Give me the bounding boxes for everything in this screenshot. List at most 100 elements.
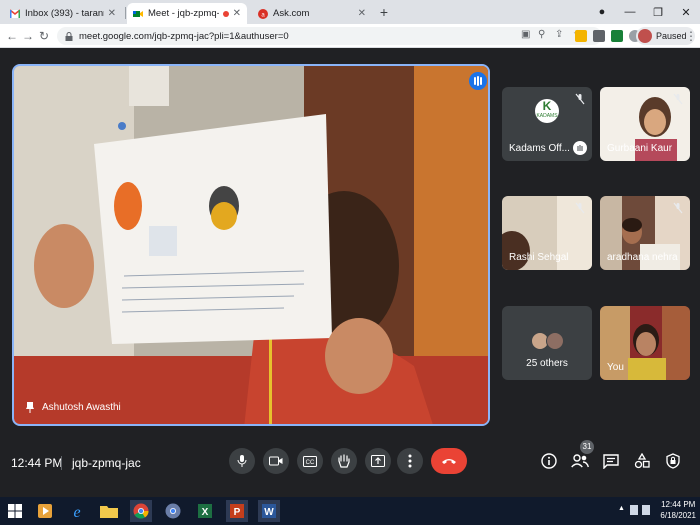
main-video-tile[interactable] [12, 64, 490, 426]
taskbar-word[interactable]: W [258, 500, 280, 522]
url-text: meet.google.com/jqb-zpmq-jac?pli=1&authu… [79, 30, 289, 42]
logo-text: KADAMS [536, 113, 558, 119]
tab-label: Meet - jqb-zpmq-jac [148, 8, 219, 19]
present-button[interactable] [365, 448, 391, 474]
system-clock[interactable]: 12:44 PM 6/18/2021 [660, 499, 696, 521]
hand-icon [573, 141, 587, 155]
svg-text:e: e [73, 504, 80, 519]
folder-icon [100, 506, 118, 518]
zoom-icon[interactable]: ⚲ [538, 29, 545, 40]
meet-control-bar: 12:44 PM jqb-zpmq-jac CC [0, 432, 700, 494]
more-options-button[interactable] [397, 448, 423, 474]
close-tab-icon[interactable]: ✕ [108, 8, 116, 19]
extensions-area [572, 28, 644, 44]
minimize-icon[interactable]: — [616, 6, 644, 18]
new-tab-button[interactable]: + [376, 5, 392, 21]
recording-dot-icon [222, 10, 229, 17]
tab-label: Ask.com [273, 8, 310, 19]
tab-gmail[interactable]: Inbox (393) - tarannum@theindi ✕ [4, 3, 122, 24]
video-camera-icon [269, 456, 283, 466]
camera-icon[interactable]: ▣ [521, 29, 530, 40]
chat-icon [603, 453, 619, 469]
address-bar[interactable]: meet.google.com/jqb-zpmq-jac?pli=1&authu… [57, 27, 602, 45]
mic-off-icon [673, 202, 683, 214]
avatar [638, 29, 652, 43]
system-tray-icons: ▲ [618, 505, 650, 515]
tab-meet[interactable]: Meet - jqb-zpmq-jac ✕ [127, 3, 247, 24]
others-avatar [546, 332, 564, 350]
tab-label: Inbox (393) - tarannum@theindi [25, 8, 104, 19]
volume-icon[interactable] [642, 505, 650, 515]
taskbar-chrome[interactable] [162, 500, 184, 522]
close-window-icon[interactable]: ✕ [672, 6, 700, 19]
media-player-icon [38, 504, 52, 518]
people-count-badge: 31 [580, 440, 594, 454]
mic-off-icon [575, 93, 585, 105]
taskbar-time: 12:44 PM [661, 500, 696, 509]
browser-toolbar: ← → ↻ meet.google.com/jqb-zpmq-jac?pli=1… [0, 24, 700, 48]
gmail-icon [10, 8, 20, 18]
meeting-details-button[interactable] [540, 452, 558, 470]
hand-icon [338, 454, 350, 468]
microphone-button[interactable] [229, 448, 255, 474]
participant-tile-rashi[interactable]: Rashi Sehgal [502, 196, 592, 270]
taskbar-chrome-active[interactable] [130, 500, 152, 522]
powerpoint-icon: P [230, 504, 244, 518]
forward-icon[interactable]: → [20, 28, 36, 44]
captions-button[interactable]: CC [297, 448, 323, 474]
participant-tile-kadams[interactable]: K KADAMS Kadams Off... [502, 87, 592, 161]
pin-icon[interactable] [26, 402, 34, 413]
others-count: 25 others [526, 358, 568, 369]
restore-icon[interactable]: ❐ [644, 6, 672, 19]
screen: Inbox (393) - tarannum@theindi ✕ Meet - … [0, 0, 700, 525]
extension-icon[interactable] [593, 30, 605, 42]
leave-call-button[interactable] [431, 448, 467, 474]
close-tab-icon[interactable]: ✕ [358, 8, 366, 19]
taskbar-file-explorer[interactable] [98, 500, 120, 522]
share-icon[interactable]: ⇪ [555, 29, 563, 40]
close-tab-icon[interactable]: ✕ [233, 8, 241, 19]
network-icon[interactable] [630, 505, 638, 515]
meeting-time: 12:44 PM [11, 456, 63, 470]
menu-icon[interactable]: ⋮ [683, 28, 699, 44]
excel-icon: X [198, 504, 212, 518]
show-hidden-icons-icon[interactable]: ▲ [618, 505, 626, 515]
people-icon [571, 454, 589, 468]
taskbar-date: 6/18/2021 [660, 511, 696, 520]
taskbar-powerpoint[interactable]: P [226, 500, 248, 522]
others-tile[interactable]: 25 others [502, 306, 592, 380]
microphone-icon [237, 455, 247, 467]
taskbar-internet-explorer[interactable]: e [66, 500, 88, 522]
svg-text:X: X [202, 507, 209, 518]
participant-name: Gurbaani Kaur [607, 143, 673, 154]
lock-icon [65, 31, 73, 41]
reload-icon[interactable]: ↻ [36, 28, 52, 44]
camera-button[interactable] [263, 448, 289, 474]
profile-status: Paused [656, 31, 687, 41]
media-control-icon[interactable]: ● [588, 6, 616, 18]
svg-text:W: W [264, 507, 274, 518]
participant-name: Kadams Off... [509, 143, 570, 154]
start-button[interactable] [0, 497, 30, 525]
participant-tile-aradhana[interactable]: aradhana nehra [600, 196, 690, 270]
taskbar-excel[interactable]: X [194, 500, 216, 522]
tab-ask[interactable]: a Ask.com ✕ [252, 3, 372, 24]
captions-icon: CC [303, 455, 317, 467]
extension-icon[interactable] [575, 30, 587, 42]
chrome-icon [165, 503, 181, 519]
participant-tile-gurbaani[interactable]: Gurbaani Kaur [600, 87, 690, 161]
raise-hand-button[interactable] [331, 448, 357, 474]
back-icon[interactable]: ← [4, 28, 20, 44]
hang-up-icon [442, 459, 456, 464]
more-vert-icon [408, 454, 412, 468]
people-button[interactable] [571, 452, 589, 470]
self-tile[interactable]: You [600, 306, 690, 380]
taskbar-media-player[interactable] [34, 500, 56, 522]
host-controls-button[interactable] [664, 452, 682, 470]
chat-button[interactable] [602, 452, 620, 470]
activities-button[interactable] [633, 452, 651, 470]
internet-explorer-icon: e [73, 504, 80, 519]
meet-window: Ashutosh Awasthi K KADAMS Kadams Off... … [0, 48, 700, 497]
extension-icon[interactable] [611, 30, 623, 42]
main-video-frame [14, 66, 488, 424]
